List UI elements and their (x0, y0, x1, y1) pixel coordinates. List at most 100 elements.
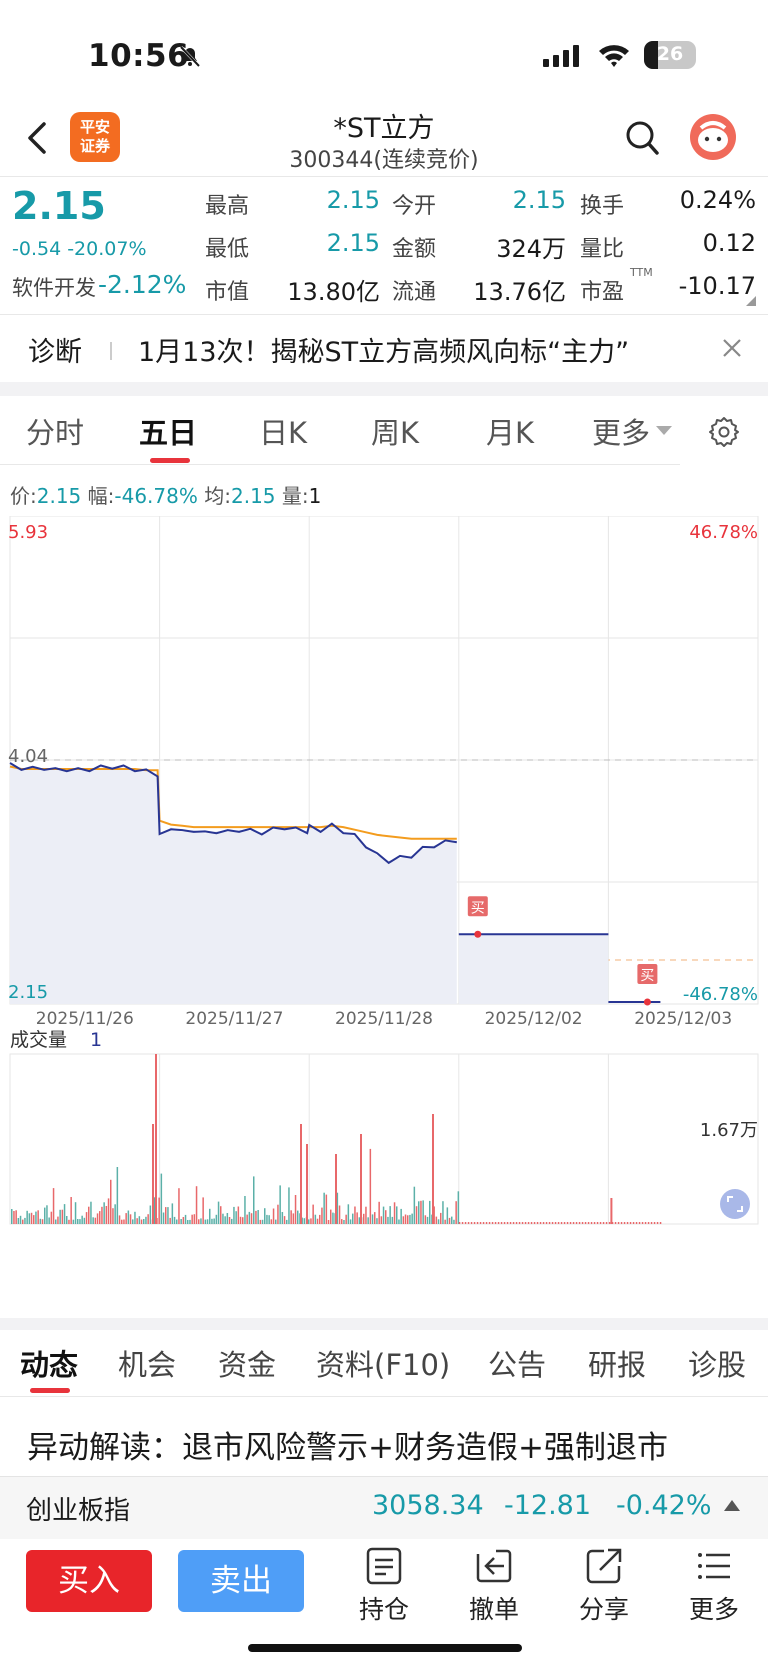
quote-label: 今开 (392, 194, 437, 219)
volume-bar (114, 1204, 116, 1224)
tab-funds[interactable]: 资金 (218, 1342, 276, 1384)
back-icon[interactable] (22, 118, 52, 158)
more-label[interactable]: 更多 (674, 1590, 754, 1626)
volume-bar (116, 1167, 119, 1224)
expand-corner-icon[interactable] (746, 296, 756, 306)
volume-bar (411, 1213, 413, 1224)
cancel-order-icon[interactable] (474, 1546, 514, 1586)
buy-button[interactable]: 买入 (26, 1550, 152, 1612)
share-icon[interactable] (584, 1546, 624, 1586)
volume-bar (169, 1217, 171, 1224)
five-day-chart[interactable]: 买买 5.934.042.1546.78%-46.78%2025/11/26 20… (0, 516, 768, 1316)
volume-bar (530, 1222, 533, 1224)
assistant-avatar[interactable] (690, 114, 736, 160)
volume-bar (341, 1219, 343, 1224)
volume-bar (335, 1154, 337, 1224)
quote-label: 金额 (392, 237, 437, 262)
volume-bar (451, 1216, 453, 1224)
volume-bar (557, 1222, 560, 1224)
volume-bar (63, 1204, 66, 1224)
home-indicator[interactable] (248, 1644, 522, 1652)
position-icon[interactable] (364, 1546, 404, 1586)
volume-bar (228, 1217, 231, 1224)
volume-frame (9, 1053, 759, 1225)
volume-bar (264, 1208, 266, 1224)
cancel-order-label[interactable]: 撤单 (454, 1590, 534, 1626)
menu-icon[interactable] (694, 1546, 734, 1586)
news-headline[interactable]: 异动解读：退市风险警示+财务造假+强制退市 (27, 1422, 747, 1478)
gear-icon[interactable] (708, 416, 740, 448)
volume-bar (515, 1222, 518, 1224)
wifi-icon (599, 45, 629, 67)
volume-bar (575, 1222, 578, 1224)
volume-bar (257, 1210, 259, 1224)
quote-value: -10.17 (678, 272, 756, 300)
volume-bar (378, 1201, 380, 1224)
search-icon[interactable] (625, 120, 659, 156)
volume-bar (418, 1201, 420, 1224)
quote-value: 13.76亿 (473, 278, 566, 306)
volume-bar (272, 1208, 275, 1224)
volume-bar (470, 1222, 473, 1224)
logo-line2: 证券 (79, 137, 110, 155)
quote-label: 市盈 (580, 280, 625, 305)
tab-opportunity[interactable]: 机会 (118, 1342, 176, 1384)
volume-bar (374, 1212, 376, 1224)
volume-bar (255, 1210, 257, 1224)
volume-bar (391, 1216, 394, 1224)
volume-bar (455, 1201, 457, 1224)
diagnosis-text[interactable]: 1月13次！揭秘ST立方高频风向标“主力” (138, 330, 629, 369)
volume-bar (125, 1213, 127, 1224)
tab-diagnose[interactable]: 诊股 (688, 1342, 746, 1384)
volume-max-label: 1.67万 (700, 1120, 758, 1141)
volume-bar (11, 1209, 13, 1224)
volume-bar (578, 1222, 581, 1224)
y-mid-label: 4.04 (8, 746, 48, 767)
volume-bar (173, 1216, 176, 1224)
volume-bar (261, 1219, 264, 1224)
volume-bar (521, 1222, 524, 1224)
volume-bar (647, 1222, 650, 1224)
volume-bar (246, 1214, 248, 1224)
index-name: 创业板指 (26, 1496, 131, 1526)
tab-more[interactable]: 更多 (592, 410, 650, 452)
volume-bar (385, 1210, 387, 1224)
share-label[interactable]: 分享 (564, 1590, 644, 1626)
volume-bar (52, 1188, 55, 1224)
volume-bar (360, 1134, 362, 1224)
tab-news[interactable]: 动态 (20, 1342, 78, 1384)
sector-name[interactable]: 软件开发 (12, 272, 96, 302)
tab-monthly-k[interactable]: 月K (486, 410, 534, 452)
volume-bar (437, 1219, 440, 1224)
volume-bar (356, 1212, 358, 1224)
close-icon[interactable] (718, 334, 746, 362)
volume-bar (638, 1222, 641, 1224)
volume-bar (415, 1206, 418, 1224)
volume-bar (413, 1186, 416, 1224)
tabs-divider (0, 464, 680, 465)
volume-bar (358, 1217, 361, 1224)
volume-bar (162, 1212, 165, 1224)
volume-bar (349, 1219, 352, 1224)
position-label[interactable]: 持仓 (344, 1590, 424, 1626)
sell-button[interactable]: 卖出 (178, 1550, 304, 1612)
tab-five-day[interactable]: 五日 (139, 410, 197, 452)
volume-bar (235, 1211, 237, 1224)
volume-bar (26, 1210, 28, 1224)
tab-daily-k[interactable]: 日K (259, 410, 307, 452)
tab-f10[interactable]: 资料(F10) (316, 1342, 450, 1384)
broker-logo: 平安 证券 (70, 112, 120, 162)
tab-research[interactable]: 研报 (588, 1342, 646, 1384)
volume-bar (191, 1214, 193, 1224)
volume-bar (563, 1222, 566, 1224)
volume-bar (211, 1218, 213, 1224)
volume-bar (171, 1203, 174, 1224)
volume-bar (644, 1222, 647, 1224)
expand-up-icon[interactable] (724, 1500, 740, 1511)
tab-intraday[interactable]: 分时 (26, 410, 84, 452)
tab-weekly-k[interactable]: 周K (371, 410, 419, 452)
volume-bar (363, 1213, 365, 1224)
volume-bar (380, 1216, 383, 1224)
tab-announcements[interactable]: 公告 (488, 1342, 546, 1384)
active-tab-indicator (30, 1388, 70, 1393)
